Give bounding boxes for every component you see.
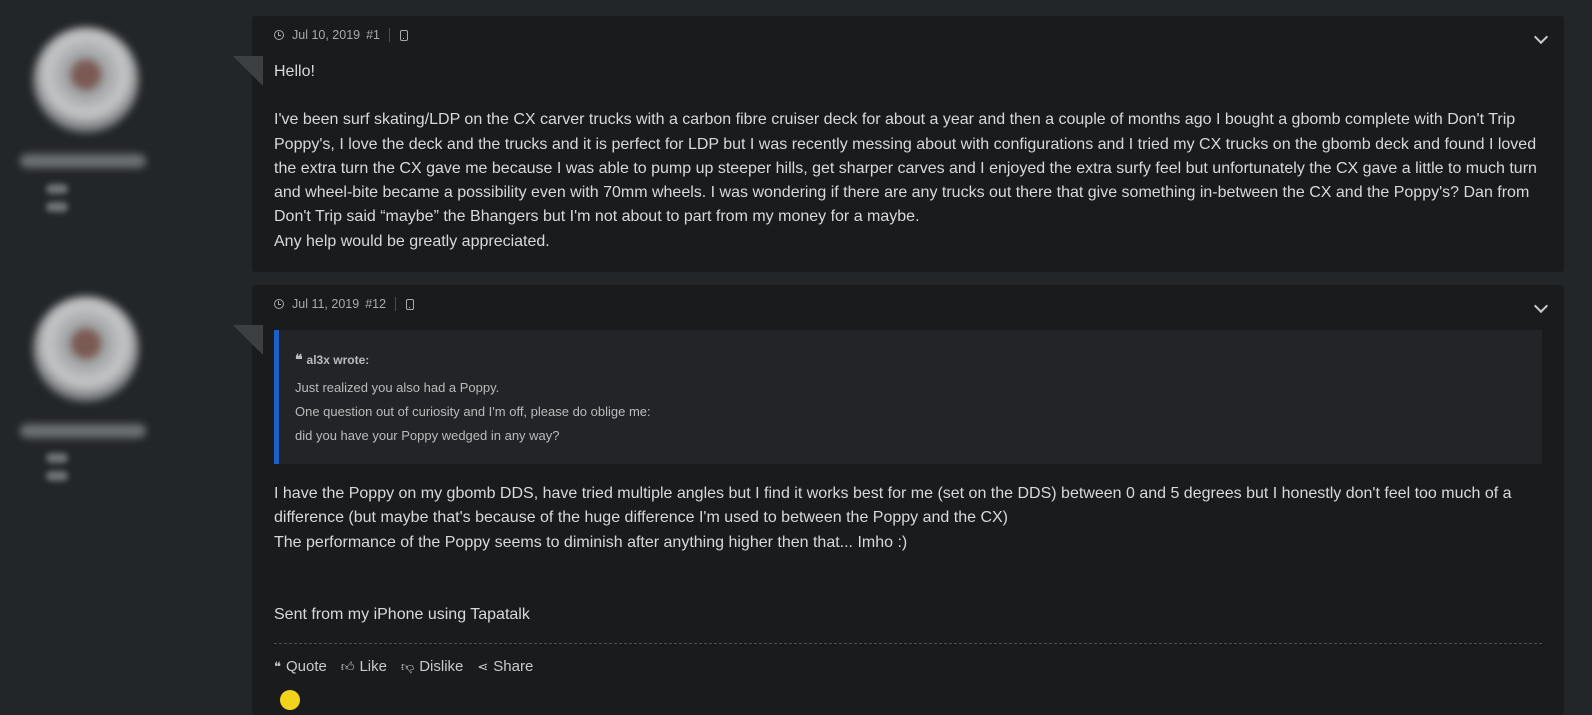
like-button-label: Like xyxy=(359,658,387,675)
share-icon: ⋖ xyxy=(477,658,489,674)
like-button[interactable]: 👍︎ Like xyxy=(341,658,387,675)
username-blurred[interactable] xyxy=(20,424,146,438)
post-1: Jul 10, 2019 #1 Hello! I've been surf sk… xyxy=(233,16,1564,272)
post-paragraph: The performance of the Poppy seems to di… xyxy=(274,533,908,551)
user-badges xyxy=(46,181,116,212)
quote-mark-icon: ❝ xyxy=(274,658,281,674)
divider xyxy=(389,28,391,42)
chevron-down-icon[interactable] xyxy=(1533,298,1549,314)
clock-icon xyxy=(274,299,284,309)
post-arrow xyxy=(233,325,263,355)
quote-author[interactable]: al3x wrote: xyxy=(307,353,370,367)
post-number[interactable]: #1 xyxy=(366,28,380,42)
post-arrow xyxy=(233,56,263,86)
dislike-button-label: Dislike xyxy=(419,658,464,675)
avatar[interactable] xyxy=(33,296,139,402)
share-button[interactable]: ⋖ Share xyxy=(477,658,533,675)
quote-button[interactable]: ❝ Quote xyxy=(274,658,327,675)
post-paragraph: Hello! xyxy=(274,63,315,80)
post-2: Jul 11, 2019 #12 ❝ al3x wrote: Just real… xyxy=(233,285,1564,715)
mobile-device-icon xyxy=(406,298,415,310)
thumbs-up-icon: 👍︎ xyxy=(340,658,355,674)
clock-icon xyxy=(274,30,284,40)
post-date[interactable]: Jul 11, 2019 xyxy=(292,297,359,311)
divider xyxy=(395,297,397,311)
post-meta: Jul 11, 2019 #12 xyxy=(274,296,415,312)
post-body: Hello! I've been surf skating/LDP on the… xyxy=(274,60,1542,254)
quote-line: did you have your Poppy wedged in any wa… xyxy=(295,428,560,443)
quote-block: ❝ al3x wrote: Just realized you also had… xyxy=(274,330,1542,464)
post-number[interactable]: #12 xyxy=(365,297,386,311)
post-signature: Sent from my iPhone using Tapatalk xyxy=(274,605,530,623)
quote-button-label: Quote xyxy=(286,658,327,675)
post-actions: ❝ Quote 👍︎ Like 👎︎ Dislike ⋖ Share xyxy=(274,658,547,675)
mobile-device-icon xyxy=(400,29,409,41)
dislike-button[interactable]: 👎︎ Dislike xyxy=(401,658,463,675)
username-blurred[interactable] xyxy=(20,154,146,168)
quote-mark-icon: ❝ xyxy=(295,351,302,367)
post-paragraph: Any help would be greatly appreciated. xyxy=(274,232,550,250)
share-button-label: Share xyxy=(493,658,534,675)
quote-header[interactable]: ❝ al3x wrote: xyxy=(295,351,369,368)
avatar[interactable] xyxy=(33,27,139,133)
post-body: I have the Poppy on my gbomb DDS, have t… xyxy=(274,482,1542,627)
thumbs-down-icon: 👎︎ xyxy=(401,658,415,674)
post-date[interactable]: Jul 10, 2019 xyxy=(292,28,360,42)
reaction-emoji-icon[interactable] xyxy=(280,690,300,710)
post-paragraph: I have the Poppy on my gbomb DDS, have t… xyxy=(274,485,1512,527)
quote-line: Just realized you also had a Poppy. xyxy=(295,380,500,395)
post-paragraph: I've been surf skating/LDP on the CX car… xyxy=(274,111,1537,226)
quote-line: One question out of curiosity and I'm of… xyxy=(295,404,651,419)
chevron-down-icon[interactable] xyxy=(1533,29,1549,45)
post-divider xyxy=(274,643,1542,644)
user-badges xyxy=(46,450,116,481)
post-meta: Jul 10, 2019 #1 xyxy=(274,27,409,43)
